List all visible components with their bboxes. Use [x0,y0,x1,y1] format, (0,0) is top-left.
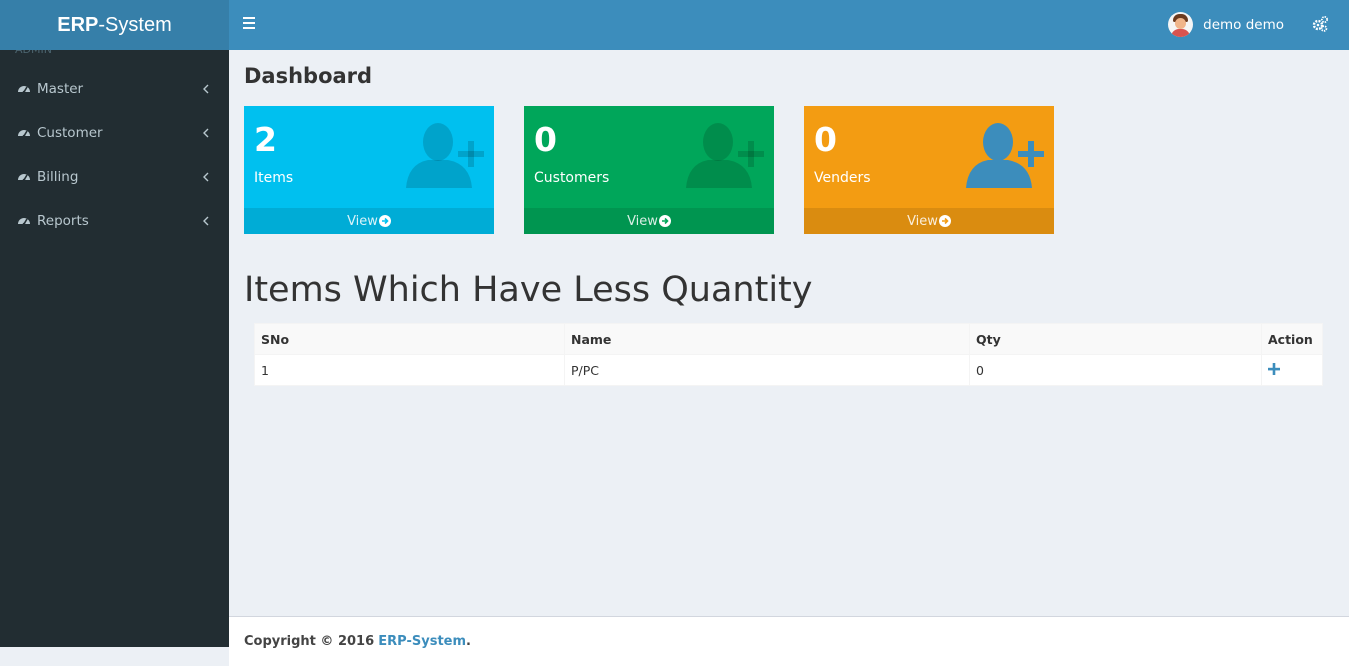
column-header-qty[interactable]: Qty [969,323,1262,355]
user-name: demo demo [1203,16,1284,33]
user-plus-icon [406,123,484,188]
cell-sno: 1 [254,354,565,386]
main-footer: Copyright © 2016 ERP-System. [229,616,1351,666]
user-avatar [1168,12,1194,37]
column-header-sno[interactable]: SNo [254,323,565,355]
cell-name: P/PC [564,354,970,386]
plus-icon[interactable] [1268,362,1280,375]
low-stock-table: SNo Name Qty Action 1 P/PC 0 [254,323,1323,386]
sidebar: ADMIN Master Customer Billing Reports [0,50,229,647]
stat-label: Venders [814,170,871,186]
stat-label: Items [254,170,294,186]
sidebar-item-label: Master [37,81,84,97]
cell-qty: 0 [969,354,1262,386]
column-header-action[interactable]: Action [1261,323,1323,355]
app-logo[interactable]: ERP -System [0,0,229,50]
stat-value: 2 [254,120,277,159]
table-header-row: SNo Name Qty Action [254,323,1323,355]
stat-box-venders: 0 Venders View [804,106,1054,234]
user-plus-icon [686,123,764,188]
column-header-name[interactable]: Name [564,323,970,355]
stat-label: Customers [534,170,610,186]
user-plus-icon [966,123,1044,188]
chevron-left-icon [203,216,209,226]
section-title: Items Which Have Less Quantity [244,270,813,310]
chevron-left-icon [203,172,209,182]
view-link[interactable]: View [524,208,774,234]
logo-bold: ERP [57,13,99,36]
view-link-label: View [347,213,378,229]
dashboard-icon [18,86,30,94]
sidebar-item-customer[interactable]: Customer [0,111,229,155]
dashboard-icon [18,174,30,182]
user-menu[interactable]: demo demo [1168,12,1284,37]
chevron-left-icon [203,84,209,94]
top-navbar: demo demo [229,0,1351,50]
footer-copyright: Copyright © 2016 [244,634,375,649]
stat-value: 0 [814,120,837,159]
arrow-circle-right-icon [658,215,671,227]
sidebar-toggle-bars-icon[interactable] [243,17,257,33]
footer-brand-link[interactable]: ERP-System [378,634,466,649]
table-row: 1 P/PC 0 [254,354,1323,386]
stat-box-items: 2 Items View [244,106,494,234]
view-link-label: View [627,213,658,229]
cell-action [1261,354,1323,386]
stat-box-customers: 0 Customers View [524,106,774,234]
view-link[interactable]: View [804,208,1054,234]
sidebar-item-master[interactable]: Master [0,67,229,111]
dashboard-icon [18,218,30,226]
dashboard-icon [18,130,30,138]
sidebar-item-label: Reports [37,213,89,229]
sidebar-item-label: Customer [37,125,103,141]
arrow-circle-right-icon [378,215,391,227]
sidebar-item-billing[interactable]: Billing [0,155,229,199]
view-link-label: View [907,213,938,229]
sidebar-header: ADMIN [0,50,229,67]
arrow-circle-right-icon [938,215,951,227]
chevron-left-icon [203,128,209,138]
page-title: Dashboard [244,64,373,88]
sidebar-item-reports[interactable]: Reports [0,199,229,243]
sidebar-item-label: Billing [37,169,79,185]
stat-value: 0 [534,120,557,159]
footer-suffix: . [466,634,471,649]
view-link[interactable]: View [244,208,494,234]
gears-icon[interactable] [1311,15,1329,33]
logo-rest: -System [98,13,172,36]
